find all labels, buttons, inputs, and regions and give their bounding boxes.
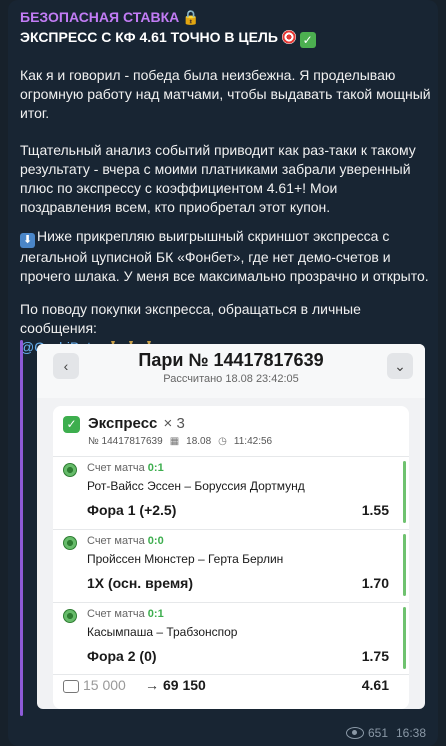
channel-name-text: БЕЗОПАСНАЯ СТАВКА bbox=[20, 9, 180, 25]
paragraph-3: ⬇ Ниже прикрепляю выигрышный скриншот экс… bbox=[20, 227, 432, 286]
bet-screenshot[interactable]: ‹ Пари № 14417817639 Рассчитано 18.08 23… bbox=[37, 344, 425, 709]
paragraph-1: Как я и говорил - победа была неизбежна.… bbox=[20, 67, 431, 121]
pick: Фора 1 (+2.5) bbox=[87, 502, 177, 518]
calendar-icon: ▦ bbox=[169, 436, 180, 447]
score-value: 0:1 bbox=[147, 608, 164, 620]
channel-name[interactable]: БЕЗОПАСНАЯ СТАВКА 🔒 bbox=[20, 9, 200, 26]
odd: 1.75 bbox=[361, 648, 389, 664]
teams: Касымпаша – Трабзонспор bbox=[87, 625, 238, 639]
dart-icon bbox=[281, 30, 296, 44]
teams: Пройссен Мюнстер – Герта Берлин bbox=[87, 552, 284, 566]
soccer-ball-icon bbox=[63, 463, 77, 477]
teams: Рот-Вайсс Эссен – Боруссия Дортмунд bbox=[87, 479, 305, 493]
soccer-ball-icon bbox=[63, 536, 77, 550]
express-multiplier: × 3 bbox=[163, 415, 185, 432]
calculated-time: Рассчитано 18.08 23:42:05 bbox=[163, 373, 299, 385]
score-label: Счет матча 0:1 bbox=[87, 462, 164, 474]
headline-text: ЭКСПРЕСС С КФ 4.61 ТОЧНО В ЦЕЛЬ bbox=[20, 29, 278, 45]
score-value: 0:0 bbox=[147, 535, 164, 547]
win-indicator bbox=[403, 461, 406, 523]
win-indicator bbox=[403, 534, 406, 596]
wallet-icon bbox=[63, 680, 79, 693]
bet-header: ‹ Пари № 14417817639 Рассчитано 18.08 23… bbox=[37, 344, 425, 398]
message-bubble: БЕЗОПАСНАЯ СТАВКА 🔒 ЭКСПРЕСС С КФ 4.61 ТО… bbox=[8, 0, 438, 746]
chevron-down-icon: ⌄ bbox=[394, 357, 406, 374]
clock-icon: ◷ bbox=[218, 436, 227, 447]
post-headline: ЭКСПРЕСС С КФ 4.61 ТОЧНО В ЦЕЛЬ ✓ bbox=[20, 29, 316, 48]
bet-time: 11:42:56 bbox=[233, 436, 273, 447]
paragraph-4-text: По поводу покупки экспресса, обращаться … bbox=[20, 301, 361, 336]
media-quote-bar bbox=[20, 340, 23, 716]
score-label-text: Счет матча bbox=[87, 462, 145, 474]
bet-summary: 15 000 → 69 150 4.61 bbox=[53, 674, 409, 704]
payout: 69 150 bbox=[163, 677, 206, 693]
pick: 1X (осн. время) bbox=[87, 575, 194, 591]
score-value: 0:1 bbox=[147, 462, 164, 474]
bet-title: Пари № 14417817639 bbox=[138, 350, 324, 370]
pick: Фора 2 (0) bbox=[87, 648, 157, 664]
score-label: Счет матча 0:1 bbox=[87, 608, 164, 620]
checkbox-checked-icon: ✓ bbox=[63, 416, 80, 433]
express-card: ✓ Экспресс × 3 № 14417817639 ▦ 18.08 ◷ 11:… bbox=[53, 406, 409, 709]
event-row[interactable]: Счет матча 0:0 Пройссен Мюнстер – Герта … bbox=[53, 530, 409, 602]
eye-icon bbox=[345, 727, 364, 739]
bet-number: № 14417817639 bbox=[88, 436, 163, 447]
bet-date: 18.08 bbox=[186, 436, 212, 447]
view-count: 651 bbox=[345, 726, 388, 740]
paragraph-2: Тщательный анализ событий приводит как р… bbox=[20, 142, 416, 215]
stake: 15 000 bbox=[83, 677, 126, 693]
score-label: Счет матча 0:0 bbox=[87, 535, 164, 547]
event-row[interactable]: Счет матча 0:1 Рот-Вайсс Эссен – Борусси… bbox=[53, 457, 409, 529]
soccer-ball-icon bbox=[63, 609, 77, 623]
paragraph-3-text: Ниже прикрепляю выигрышный скриншот эксп… bbox=[20, 228, 429, 284]
arrow-icon: → bbox=[145, 677, 159, 693]
lock-icon: 🔒 bbox=[182, 9, 200, 25]
views-text: 651 bbox=[367, 726, 388, 740]
express-type: Экспресс bbox=[88, 415, 158, 432]
odd: 1.55 bbox=[361, 502, 389, 518]
odd: 1.70 bbox=[361, 575, 389, 591]
express-title: Экспресс × 3 bbox=[88, 415, 185, 432]
down-arrow-icon: ⬇ bbox=[20, 233, 35, 248]
checkmark-icon: ✓ bbox=[299, 32, 316, 48]
event-row[interactable]: Счет матча 0:1 Касымпаша – Трабзонспор Ф… bbox=[53, 603, 409, 675]
score-label-text: Счет матча bbox=[87, 608, 145, 620]
collapse-button[interactable]: ⌄ bbox=[387, 353, 413, 379]
post-time: 16:38 bbox=[395, 726, 426, 740]
bet-meta: № 14417817639 ▦ 18.08 ◷ 11:42:56 bbox=[88, 436, 272, 447]
win-indicator bbox=[403, 607, 406, 669]
total-odd: 4.61 bbox=[361, 677, 389, 693]
score-label-text: Счет матча bbox=[87, 535, 145, 547]
